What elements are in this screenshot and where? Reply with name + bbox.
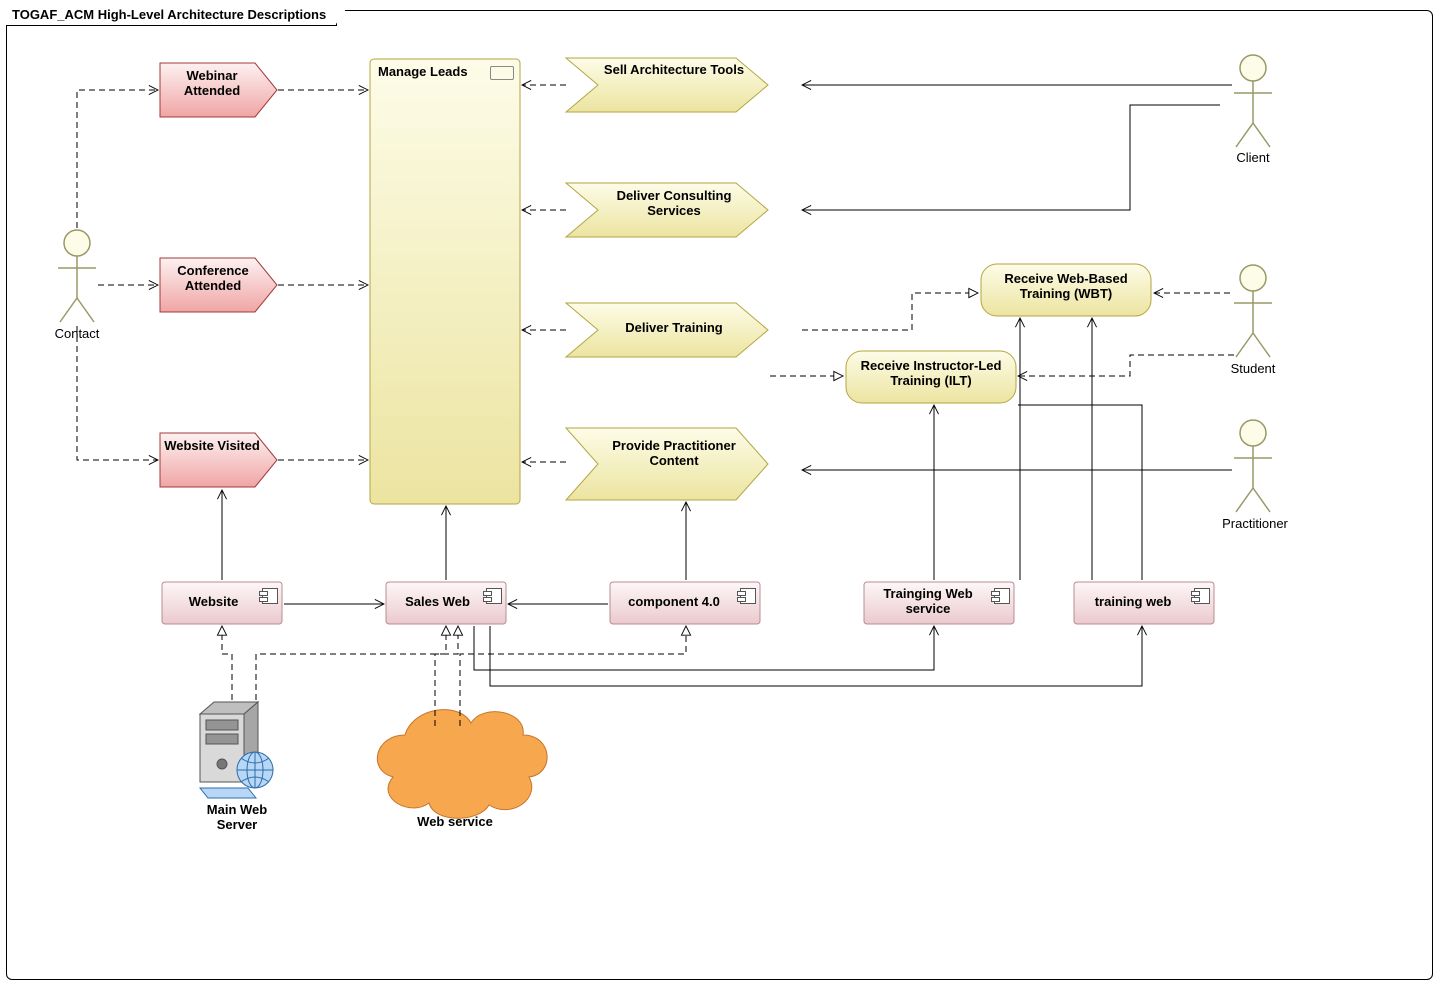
component-icon: [994, 588, 1010, 604]
component-icon: [486, 588, 502, 604]
actor-contact: Contact: [48, 326, 106, 341]
diagram-frame: TOGAF_ACM High-Level Architecture Descri…: [6, 10, 1433, 980]
subprocess-icon: [490, 66, 514, 80]
actor-student: Student: [1222, 361, 1284, 376]
component-icon: [262, 588, 278, 604]
component-icon: [1194, 588, 1210, 604]
frame-title: TOGAF_ACM High-Level Architecture Descri…: [6, 7, 337, 26]
actor-practitioner: Practitioner: [1210, 516, 1300, 531]
actor-client: Client: [1224, 150, 1282, 165]
component-icon: [740, 588, 756, 604]
